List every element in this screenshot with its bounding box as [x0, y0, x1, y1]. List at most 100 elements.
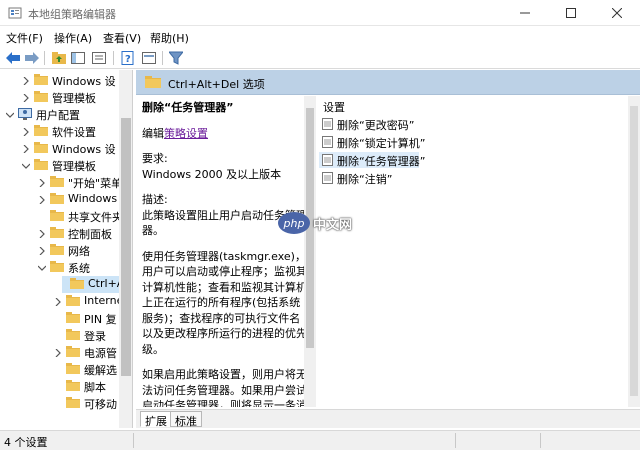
- details-pane: Ctrl+Alt+Del 选项 删除“任务管理器” 编辑策略设置 要求: Wind…: [136, 70, 640, 428]
- tree-item-label: 控制面板: [68, 228, 112, 241]
- maximize-button[interactable]: [548, 0, 594, 26]
- collapsed-chevron-icon[interactable]: [22, 92, 30, 103]
- expanded-chevron-icon[interactable]: [5, 109, 15, 118]
- tree-item[interactable]: Windows 设: [0, 72, 120, 89]
- menu-help[interactable]: 帮助(H): [150, 30, 189, 46]
- expanded-chevron-icon[interactable]: [21, 160, 31, 169]
- description-panel: 删除“任务管理器” 编辑策略设置 要求: Windows 2000 及以上版本 描…: [136, 96, 316, 407]
- collapsed-chevron-icon[interactable]: [38, 228, 46, 239]
- tree-item-label: Interne: [84, 294, 124, 307]
- tree-item[interactable]: 管理模板: [0, 89, 120, 106]
- tree-item[interactable]: 可移动: [0, 395, 120, 412]
- tree-item-label: 登录: [84, 330, 106, 343]
- edit-policy-link[interactable]: 策略设置: [164, 127, 208, 140]
- tree-item[interactable]: Interne: [0, 293, 124, 310]
- description-scrollbar[interactable]: [304, 96, 316, 407]
- expanded-chevron-icon[interactable]: [37, 262, 47, 271]
- folder-icon: [66, 363, 80, 374]
- tree-item[interactable]: 脚本: [0, 378, 120, 395]
- minimize-button[interactable]: [502, 0, 548, 26]
- setting-title: 删除“任务管理器”: [142, 101, 234, 114]
- tree-item-label: 电源管: [84, 347, 117, 360]
- description-label: 描述:: [142, 193, 168, 206]
- tree-item-label: 用户配置: [36, 109, 80, 122]
- properties-button[interactable]: [140, 49, 158, 67]
- folder-icon: [66, 312, 80, 323]
- forward-button[interactable]: [23, 49, 41, 67]
- tree-item[interactable]: 软件设置: [0, 123, 120, 140]
- policy-setting-icon: [322, 172, 333, 184]
- tree-item[interactable]: Windows 设: [0, 140, 120, 157]
- collapsed-chevron-icon[interactable]: [38, 245, 46, 256]
- filter-icon: [169, 51, 183, 65]
- tree-pane-icon: [71, 52, 85, 64]
- settings-scrollbar[interactable]: [628, 96, 640, 407]
- tree-item[interactable]: 管理模板: [0, 157, 120, 174]
- collapsed-chevron-icon[interactable]: [54, 347, 62, 358]
- tree-pane[interactable]: Windows 设管理模板 用户配置 软件设置 Windows 设管理模板 "开始"菜单…: [0, 70, 133, 428]
- tree-item[interactable]: 控制面板: [0, 225, 120, 242]
- tree-scrollbar-thumb[interactable]: [121, 118, 131, 376]
- tree-item-label: 管理模板: [52, 92, 96, 105]
- description-para2: 使用任务管理器(taskmgr.exe)，用户可以启动或停止程序；监视其计算机性…: [142, 249, 307, 356]
- menu-file[interactable]: 文件(F): [6, 30, 43, 46]
- setting-row[interactable]: 删除“更改密码”: [319, 116, 419, 132]
- tree-item-label: 共享文件夹: [68, 211, 123, 224]
- setting-row[interactable]: 删除“任务管理器”: [319, 152, 425, 168]
- folder-icon: [50, 244, 64, 255]
- filter-button[interactable]: [167, 49, 185, 67]
- tree-item[interactable]: 缓解选: [0, 361, 120, 378]
- tree-item[interactable]: PIN 复: [0, 310, 120, 327]
- collapsed-chevron-icon[interactable]: [38, 194, 46, 205]
- menu-action[interactable]: 操作(A): [54, 30, 92, 46]
- export-list-button[interactable]: [90, 49, 108, 67]
- collapsed-chevron-icon[interactable]: [38, 177, 46, 188]
- tab-standard[interactable]: 标准: [170, 411, 202, 428]
- setting-name: 删除“任务管理器”: [337, 155, 426, 168]
- setting-row[interactable]: 删除“注销”: [319, 170, 419, 186]
- requirement-block: 要求: Windows 2000 及以上版本: [142, 151, 310, 182]
- collapsed-chevron-icon[interactable]: [22, 126, 30, 137]
- back-button[interactable]: [4, 49, 22, 67]
- help-button[interactable]: ?: [119, 49, 137, 67]
- view-tabs: 扩展 标准: [136, 409, 640, 428]
- toolbar: ?: [0, 47, 640, 69]
- close-button[interactable]: [594, 0, 640, 26]
- tree-item-label: 系统: [68, 262, 90, 275]
- help-icon: ?: [121, 51, 134, 65]
- tree-item[interactable]: 用户配置: [0, 106, 120, 123]
- tree-item[interactable]: "开始"菜单: [0, 174, 122, 191]
- show-hide-tree-button[interactable]: [69, 49, 87, 67]
- folder-icon: [50, 210, 64, 221]
- maximize-icon: [566, 8, 576, 18]
- tree-scrollbar[interactable]: [119, 70, 132, 428]
- export-list-icon: [92, 52, 106, 64]
- tree-item[interactable]: 网络: [0, 242, 120, 259]
- tree-item[interactable]: Windows: [0, 191, 120, 208]
- settings-column-header[interactable]: 设置: [323, 99, 345, 115]
- collapsed-chevron-icon[interactable]: [22, 75, 30, 86]
- tree-item[interactable]: 电源管: [0, 344, 120, 361]
- tree-item[interactable]: 共享文件夹: [0, 208, 123, 225]
- watermark-logo: php: [278, 212, 310, 234]
- setting-row[interactable]: 删除“锁定计算机”: [319, 134, 425, 150]
- tree-item[interactable]: 系统: [0, 259, 120, 276]
- collapsed-chevron-icon[interactable]: [22, 143, 30, 154]
- tab-extended[interactable]: 扩展: [140, 411, 172, 428]
- tree-item[interactable]: Ctrl+Alt: [62, 276, 132, 293]
- folder-icon: [50, 176, 64, 187]
- menu-view[interactable]: 查看(V): [103, 30, 141, 46]
- collapsed-chevron-icon[interactable]: [54, 296, 62, 307]
- tree-item-label: Windows: [68, 192, 118, 205]
- up-folder-button[interactable]: [50, 49, 68, 67]
- tree-item-label: PIN 复: [84, 313, 117, 326]
- folder-icon: [34, 91, 48, 102]
- settings-scrollbar-thumb[interactable]: [630, 106, 638, 396]
- folder-icon: [50, 227, 64, 238]
- folder-icon: [50, 193, 64, 204]
- minimize-icon: [520, 12, 530, 14]
- folder-icon: [34, 125, 48, 136]
- tree-item[interactable]: 登录: [0, 327, 120, 344]
- folder-icon: [66, 329, 80, 340]
- folder-icon: [66, 397, 80, 408]
